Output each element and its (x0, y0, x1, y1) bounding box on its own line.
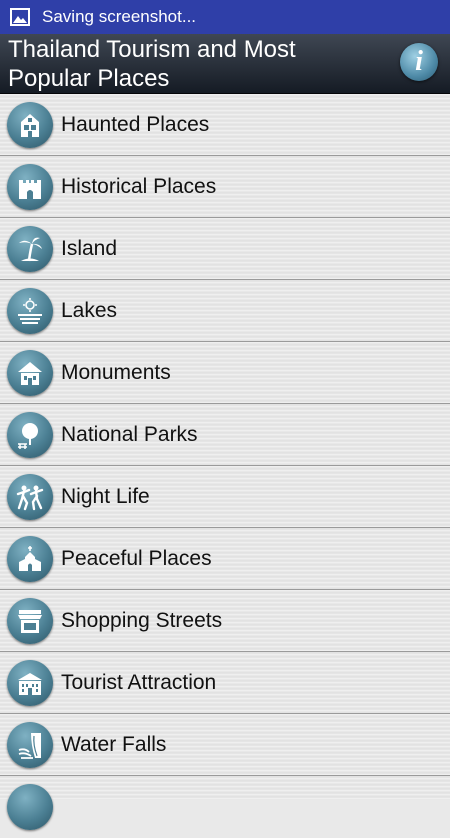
list-item-historical-places[interactable]: Historical Places (0, 156, 450, 218)
page-title: Thailand Tourism and Most Popular Places (8, 36, 296, 92)
haunted-house-icon (7, 101, 53, 148)
list-item-label: Peaceful Places (61, 546, 212, 570)
app-header: Thailand Tourism and Most Popular Places… (0, 34, 450, 94)
list-item-island[interactable]: Island (0, 218, 450, 280)
list-item-water-falls[interactable]: Water Falls (0, 714, 450, 776)
list-item-label: Shopping Streets (61, 608, 223, 632)
tree-icon (7, 411, 53, 458)
building-icon (7, 659, 53, 706)
lake-icon (7, 287, 53, 334)
info-icon[interactable]: i (400, 43, 438, 81)
dancers-icon (7, 473, 53, 520)
list-item-peaceful-places[interactable]: Peaceful Places (0, 528, 450, 590)
list-item-label: Haunted Places (61, 112, 210, 136)
waterfall-icon (7, 721, 53, 768)
list-item-label: Tourist Attraction (61, 670, 217, 694)
list-item-label: Monuments (61, 360, 171, 384)
image-icon (10, 7, 30, 27)
list-item-partial[interactable] (0, 776, 450, 838)
list-item-label: Historical Places (61, 174, 217, 198)
list-item-haunted-places[interactable]: Haunted Places (0, 94, 450, 156)
category-list: Haunted Places Historical Places Island (0, 94, 450, 830)
palm-tree-icon (7, 225, 53, 272)
church-icon (7, 535, 53, 582)
list-item-monuments[interactable]: Monuments (0, 342, 450, 404)
list-item-night-life[interactable]: Night Life (0, 466, 450, 528)
status-bar: Saving screenshot... (0, 0, 450, 34)
shop-icon (7, 597, 53, 644)
status-text: Saving screenshot... (42, 7, 197, 26)
list-item-tourist-attraction[interactable]: Tourist Attraction (0, 652, 450, 714)
list-item-label: Water Falls (61, 732, 167, 756)
list-item-label: National Parks (61, 422, 198, 446)
list-item-lakes[interactable]: Lakes (0, 280, 450, 342)
list-item-label: Lakes (61, 298, 118, 322)
list-item-label: Island (61, 236, 118, 260)
list-item-national-parks[interactable]: National Parks (0, 404, 450, 466)
castle-icon (7, 163, 53, 210)
list-item-shopping-streets[interactable]: Shopping Streets (0, 590, 450, 652)
partial-icon (7, 784, 53, 830)
monument-icon (7, 349, 53, 396)
list-item-label: Night Life (61, 484, 150, 508)
